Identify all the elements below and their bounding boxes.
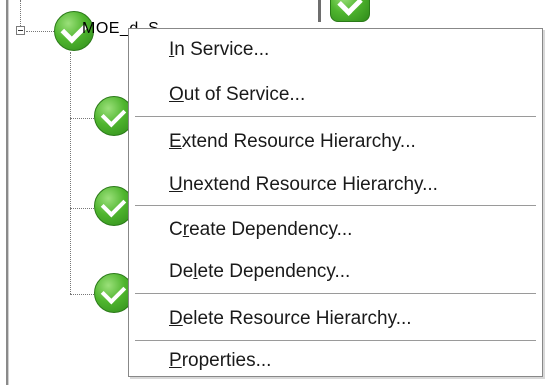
menu-item-extend-resource-hierarchy[interactable]: Extend Resource Hierarchy...	[129, 125, 542, 159]
column-divider[interactable]	[318, 0, 321, 22]
menu-item-label: In Service...	[169, 39, 270, 60]
menu-item-label: Extend Resource Hierarchy...	[169, 131, 416, 152]
menu-item-label: Create Dependency...	[169, 219, 353, 240]
menu-separator	[135, 340, 536, 342]
menu-item-label: Properties...	[169, 350, 272, 371]
menu-separator	[135, 116, 536, 118]
menu-item-in-service[interactable]: In Service...	[129, 33, 542, 67]
menu-separator	[135, 293, 536, 295]
menu-separator	[135, 205, 536, 207]
tree-connector	[70, 52, 71, 294]
menu-item-label: Unextend Resource Hierarchy...	[169, 174, 438, 195]
green-check-circle-icon	[330, 0, 370, 22]
context-menu: In Service... Out of Service... Extend R…	[128, 28, 543, 377]
menu-item-label: Delete Dependency...	[169, 261, 351, 282]
tree-frame-highlight	[8, 0, 9, 385]
menu-item-create-dependency[interactable]: Create Dependency...	[129, 213, 542, 247]
collapse-minus-icon[interactable]	[16, 26, 25, 35]
menu-item-delete-dependency[interactable]: Delete Dependency...	[129, 255, 542, 289]
menu-item-label: Out of Service...	[169, 84, 306, 105]
menu-item-out-of-service[interactable]: Out of Service...	[129, 78, 542, 112]
tree-connector	[20, 0, 21, 26]
tree-connector	[26, 31, 54, 32]
menu-item-delete-resource-hierarchy[interactable]: Delete Resource Hierarchy...	[129, 302, 542, 336]
menu-item-properties[interactable]: Properties...	[129, 344, 542, 378]
menu-item-label: Delete Resource Hierarchy...	[169, 308, 412, 329]
menu-item-unextend-resource-hierarchy[interactable]: Unextend Resource Hierarchy...	[129, 168, 542, 202]
